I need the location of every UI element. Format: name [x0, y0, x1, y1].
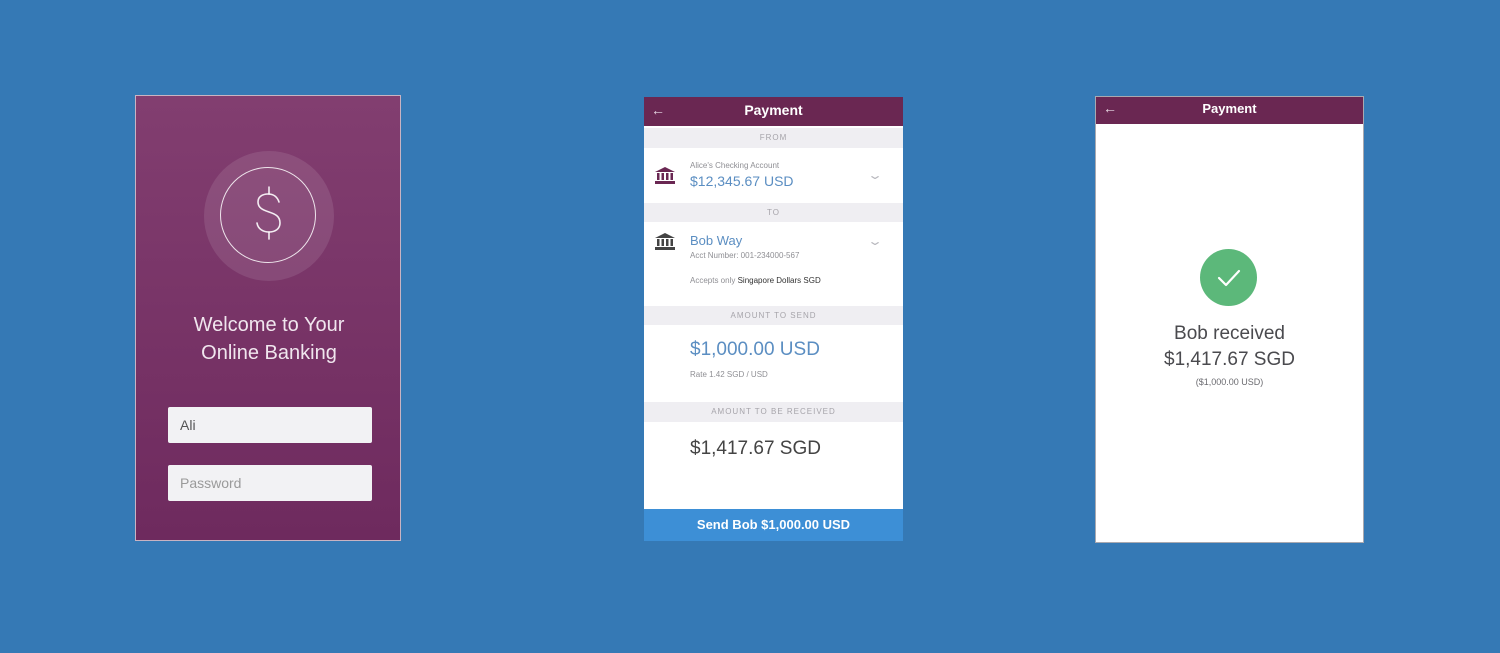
page-title: Payment	[1202, 101, 1257, 116]
logo-halo	[204, 151, 334, 281]
amount-send-field[interactable]: $1,000.00 USD Rate 1.42 SGD / USD	[644, 325, 903, 401]
recipient-account-number: Acct Number: 001-234000-567	[690, 251, 800, 260]
chevron-down-icon: ⌄	[866, 234, 884, 248]
send-payment-button[interactable]: Send Bob $1,000.00 USD	[644, 509, 903, 541]
bank-icon	[655, 167, 675, 184]
from-account-name: Alice's Checking Account	[690, 161, 780, 170]
payment-screen: ← Payment FROM Alice's Checking Account …	[644, 97, 903, 541]
accepts-currency: Singapore Dollars SGD	[737, 276, 821, 285]
amount-received-header: AMOUNT TO BE RECEIVED	[644, 402, 903, 422]
welcome-line-2: Online Banking	[201, 342, 337, 364]
to-section-header: TO	[644, 203, 903, 222]
confirmation-usd-amount: ($1,000.00 USD)	[1195, 377, 1264, 387]
back-arrow-icon[interactable]: ←	[651, 97, 665, 124]
username-input[interactable]	[168, 407, 372, 443]
welcome-line-1: Welcome to Your	[193, 314, 345, 336]
confirmation-line-1: Bob received	[1174, 323, 1285, 344]
from-account-selector[interactable]: Alice's Checking Account $12,345.67 USD …	[644, 148, 903, 200]
from-section-header: FROM	[644, 128, 903, 148]
nav-bar: ← Payment	[644, 97, 903, 126]
recipient-selector[interactable]: Bob Way Acct Number: 001-234000-567 ⌄ Ac…	[644, 222, 903, 304]
amount-received-value: $1,417.67 SGD	[690, 438, 821, 459]
back-arrow-icon[interactable]: ←	[1103, 97, 1117, 120]
confirmation-amount: $1,417.67 SGD	[1164, 349, 1295, 370]
login-screen: Welcome to Your Online Banking	[135, 95, 401, 541]
chevron-down-icon: ⌄	[866, 168, 884, 182]
dollar-coin-icon	[220, 167, 316, 263]
exchange-rate: Rate 1.42 SGD / USD	[690, 370, 768, 379]
page-title: Payment	[744, 102, 803, 118]
password-input[interactable]	[168, 465, 372, 501]
from-balance: $12,345.67 USD	[690, 173, 794, 189]
recipient-name: Bob Way	[690, 233, 743, 248]
accepts-currency-note: Accepts only Singapore Dollars SGD	[690, 276, 821, 285]
payment-confirmation-screen: ← Payment Bob received $1,417.67 SGD ($1…	[1095, 96, 1364, 543]
accepts-prefix: Accepts only	[690, 276, 738, 285]
bank-icon	[655, 233, 675, 250]
welcome-heading: Welcome to Your Online Banking	[136, 311, 400, 367]
nav-bar: ← Payment	[1096, 97, 1363, 124]
success-check-icon	[1200, 249, 1257, 306]
amount-send-value: $1,000.00 USD	[690, 339, 820, 360]
amount-send-header: AMOUNT TO SEND	[644, 306, 903, 325]
